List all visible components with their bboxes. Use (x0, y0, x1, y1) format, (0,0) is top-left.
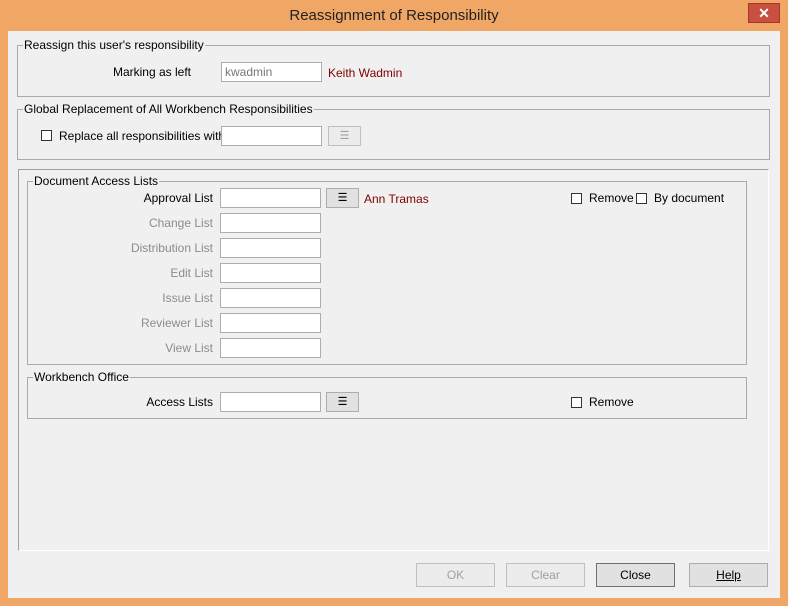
approval-list-field[interactable] (220, 188, 321, 208)
replace-all-label: Replace all responsibilities with (59, 129, 226, 143)
help-button[interactable]: Help (689, 563, 768, 587)
approval-list-label: Approval List (143, 191, 213, 205)
marking-user-name: Keith Wadmin (328, 66, 403, 80)
issue-list-label: Issue List (162, 291, 213, 305)
document-access-legend: Document Access Lists (33, 174, 160, 188)
by-document-checkbox[interactable] (636, 193, 647, 204)
replace-lookup-button[interactable]: ☰ (328, 126, 361, 146)
reviewer-list-label: Reviewer List (140, 316, 213, 330)
reassign-legend: Reassign this user's responsibility (23, 38, 205, 52)
approval-lookup-button[interactable]: ☰ (326, 188, 359, 208)
office-remove-checkbox[interactable] (571, 397, 582, 408)
change-list-label: Change List (148, 216, 213, 230)
office-remove-label: Remove (589, 395, 634, 409)
access-lists-field[interactable] (220, 392, 321, 412)
replace-all-checkbox[interactable] (41, 130, 52, 141)
title-bar[interactable]: Reassignment of Responsibility ✕ (0, 0, 788, 32)
access-lists-label: Access Lists (146, 395, 213, 409)
view-list-label: View List (165, 341, 213, 355)
distribution-list-field[interactable] (220, 238, 321, 258)
distribution-list-label: Distribution List (130, 241, 213, 255)
issue-list-field[interactable] (220, 288, 321, 308)
replace-all-field[interactable] (221, 126, 322, 146)
ok-button[interactable]: OK (416, 563, 495, 587)
edit-list-field[interactable] (220, 263, 321, 283)
global-legend: Global Replacement of All Workbench Resp… (23, 102, 314, 116)
close-button[interactable]: Close (596, 563, 675, 587)
workbench-office-legend: Workbench Office (33, 370, 130, 384)
marking-user-field[interactable] (221, 62, 322, 82)
view-list-field[interactable] (220, 338, 321, 358)
reviewer-list-field[interactable] (220, 313, 321, 333)
edit-list-label: Edit List (170, 266, 213, 280)
close-icon[interactable]: ✕ (748, 3, 780, 23)
dialog-window: Reassignment of Responsibility ✕ Reassig… (0, 0, 788, 606)
dialog-client-area: Reassign this user's responsibility Mark… (8, 31, 780, 598)
list-lookup-icon: ☰ (337, 396, 348, 408)
change-list-field[interactable] (220, 213, 321, 233)
clear-button[interactable]: Clear (506, 563, 585, 587)
doc-remove-checkbox[interactable] (571, 193, 582, 204)
list-lookup-icon: ☰ (339, 130, 350, 142)
by-document-label: By document (654, 191, 725, 205)
list-lookup-icon: ☰ (337, 192, 348, 204)
marking-label: Marking as left (112, 65, 191, 79)
access-lookup-button[interactable]: ☰ (326, 392, 359, 412)
window-title: Reassignment of Responsibility (289, 7, 499, 24)
doc-remove-label: Remove (589, 191, 634, 205)
approval-list-name: Ann Tramas (364, 192, 429, 206)
